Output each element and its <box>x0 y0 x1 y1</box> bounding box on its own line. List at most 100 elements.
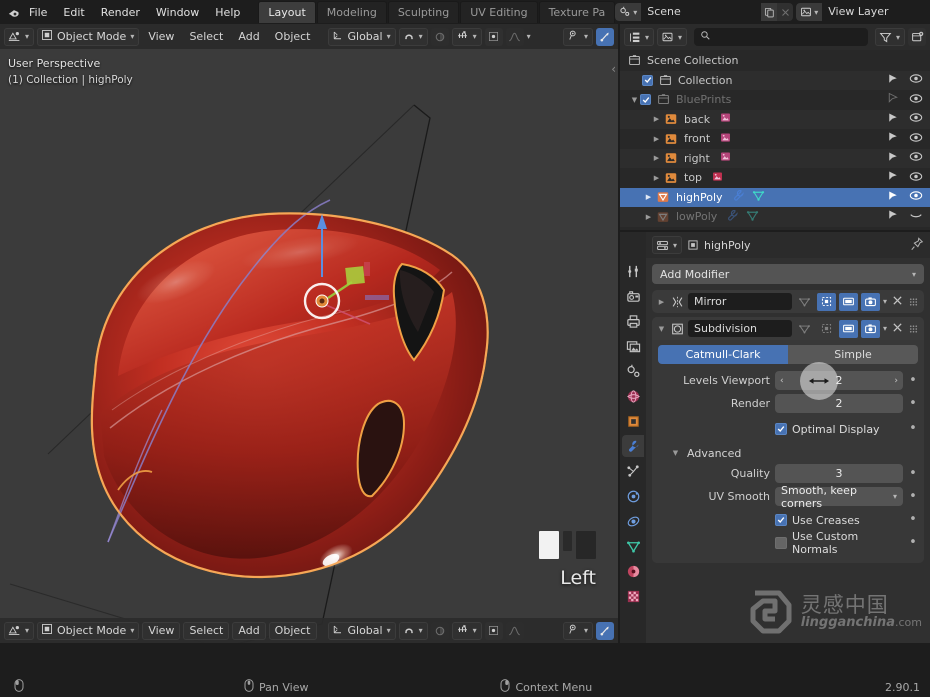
modifier-name-subdivision[interactable]: Subdivision <box>688 320 792 337</box>
outliner-row-right[interactable]: ▶ right <box>620 148 930 168</box>
triangle-right-icon[interactable]: ▶ <box>651 174 662 182</box>
triangle-right-icon[interactable]: ▶ <box>643 193 654 201</box>
image-data-icon[interactable] <box>711 170 724 186</box>
falloff-curve-icon[interactable] <box>505 27 524 46</box>
triangle-down-icon[interactable]: ▼ <box>629 96 640 104</box>
restrict-view-icon[interactable] <box>909 151 923 165</box>
viewport-menu-select[interactable]: Select <box>183 28 229 46</box>
footer-menu-add[interactable]: Add <box>232 621 266 640</box>
restrict-select-icon[interactable] <box>887 112 899 127</box>
on-cage-icon[interactable] <box>794 292 814 311</box>
restrict-select-icon[interactable] <box>887 170 899 185</box>
optimal-display-checkbox[interactable] <box>775 423 787 435</box>
triangle-right-icon[interactable]: ▶ <box>643 213 654 221</box>
restrict-select-icon[interactable] <box>887 131 899 146</box>
outliner-row-blueprints[interactable]: ▼ BluePrints <box>620 90 930 110</box>
wrench-icon[interactable] <box>726 209 739 225</box>
properties-tab-scene[interactable] <box>622 360 644 382</box>
properties-tab-data[interactable] <box>622 535 644 557</box>
properties-tab-particles[interactable] <box>622 460 644 482</box>
properties-tab-texture[interactable] <box>622 585 644 607</box>
swatch-white[interactable] <box>539 531 559 559</box>
footer-gizmo-toggle-icon[interactable] <box>596 621 614 640</box>
view-layer-selector[interactable]: ▾ View Layer <box>796 3 930 21</box>
mode-selector[interactable]: Object Mode ▾ <box>37 27 140 46</box>
swatch-dark-wide[interactable] <box>576 531 596 559</box>
properties-tab-output[interactable] <box>622 310 644 332</box>
chevron-right-icon[interactable]: › <box>894 376 898 386</box>
properties-tab-render[interactable] <box>622 285 644 307</box>
swatch-dark-narrow[interactable] <box>563 531 572 551</box>
animate-property-icon[interactable]: • <box>908 536 918 549</box>
scene-icon[interactable]: ▾ <box>615 3 642 21</box>
properties-tab-constraints[interactable] <box>622 510 644 532</box>
use-custom-normals-checkbox[interactable] <box>775 537 787 549</box>
menu-help[interactable]: Help <box>207 3 248 22</box>
triangle-down-icon[interactable]: ▼ <box>656 325 667 333</box>
grip-dots-icon[interactable] <box>908 323 920 335</box>
outliner-row-lowpoly[interactable]: ▶ lowPoly <box>620 207 930 227</box>
x-icon[interactable] <box>890 295 905 309</box>
levels-viewport-slider[interactable]: ‹ 2 › <box>775 371 903 390</box>
footer-mode-selector[interactable]: Object Mode ▾ <box>37 621 140 640</box>
footer-menu-view[interactable]: View <box>142 621 181 640</box>
camera-render-icon[interactable] <box>860 292 880 311</box>
properties-tab-object[interactable] <box>622 410 644 432</box>
animate-property-icon[interactable]: • <box>908 374 918 387</box>
image-data-icon[interactable] <box>719 150 732 166</box>
tab-sculpting[interactable]: Sculpting <box>387 1 460 23</box>
scene-selector[interactable]: ▾ Scene <box>615 3 794 21</box>
advanced-section-header[interactable]: ▼ Advanced <box>658 442 918 464</box>
add-modifier-button[interactable]: Add Modifier ▾ <box>652 264 924 284</box>
subdivision-type-simple[interactable]: Simple <box>788 345 918 364</box>
animate-property-icon[interactable]: • <box>908 422 918 435</box>
proportional-edit-icon[interactable] <box>430 27 449 46</box>
snap-magnet-toggle[interactable]: ▾ <box>398 27 428 46</box>
properties-tab-tool[interactable] <box>622 260 644 282</box>
animate-property-icon[interactable]: • <box>908 490 918 503</box>
scene-name[interactable]: Scene <box>641 3 762 21</box>
restrict-view-icon[interactable] <box>909 171 923 185</box>
render-levels-field[interactable]: 2 <box>775 394 903 413</box>
footer-snap-settings[interactable]: ▾ <box>451 621 482 640</box>
new-scene-icon[interactable] <box>761 3 778 21</box>
restrict-view-icon[interactable] <box>909 132 923 146</box>
footer-menu-object[interactable]: Object <box>268 621 317 640</box>
dot-icon[interactable] <box>484 27 503 46</box>
triangle-right-icon[interactable]: ▶ <box>651 135 662 143</box>
animate-property-icon[interactable]: • <box>908 397 918 410</box>
outliner[interactable]: ▾ ▾ ▾ Scene Collection Collection ▼ Blue… <box>620 24 930 230</box>
blender-logo-icon[interactable] <box>6 3 21 21</box>
animate-property-icon[interactable]: • <box>908 467 918 480</box>
outliner-row-scene-collection[interactable]: Scene Collection <box>620 51 930 71</box>
editor-type-properties-icon[interactable]: ▾ <box>652 236 683 254</box>
outliner-row-top[interactable]: ▶ top <box>620 168 930 188</box>
footer-visibility-selector[interactable]: ▾ <box>562 621 593 640</box>
menu-window[interactable]: Window <box>148 3 207 22</box>
restrict-view-icon[interactable] <box>909 73 923 87</box>
footer-snap-magnet-toggle[interactable]: ▾ <box>398 621 428 640</box>
3d-viewport[interactable]: ▾ Object Mode ▾ View Select Add Object G… <box>0 24 618 643</box>
use-creases-checkbox[interactable] <box>775 514 787 526</box>
footer-orientation-selector[interactable]: Global ▾ <box>327 621 396 640</box>
uv-smooth-dropdown[interactable]: Smooth, keep corners ▾ <box>775 484 903 510</box>
menu-file[interactable]: File <box>21 3 55 22</box>
properties-tab-physics[interactable] <box>622 485 644 507</box>
pin-icon[interactable] <box>910 236 924 254</box>
restrict-view-closed-icon[interactable] <box>909 210 923 224</box>
search-input[interactable] <box>694 28 868 46</box>
restrict-select-icon[interactable] <box>887 151 899 166</box>
chevron-left-icon[interactable]: ‹ <box>780 376 784 386</box>
collection-enable-checkbox[interactable] <box>642 74 653 86</box>
animate-property-icon[interactable]: • <box>908 513 918 526</box>
viewport-menu-add[interactable]: Add <box>232 28 265 46</box>
menu-edit[interactable]: Edit <box>55 3 92 22</box>
view-layer-icon[interactable]: ▾ <box>796 3 823 21</box>
restrict-view-icon[interactable] <box>909 190 923 204</box>
properties-tab-material[interactable] <box>622 560 644 582</box>
display-realtime-icon[interactable] <box>838 292 858 311</box>
triangle-right-icon[interactable]: ▶ <box>651 154 662 162</box>
modifier-header-mirror[interactable]: ▶ Mirror ▾ <box>652 290 924 313</box>
blueprints-enable-checkbox[interactable] <box>640 94 651 106</box>
image-data-icon[interactable] <box>719 131 732 147</box>
